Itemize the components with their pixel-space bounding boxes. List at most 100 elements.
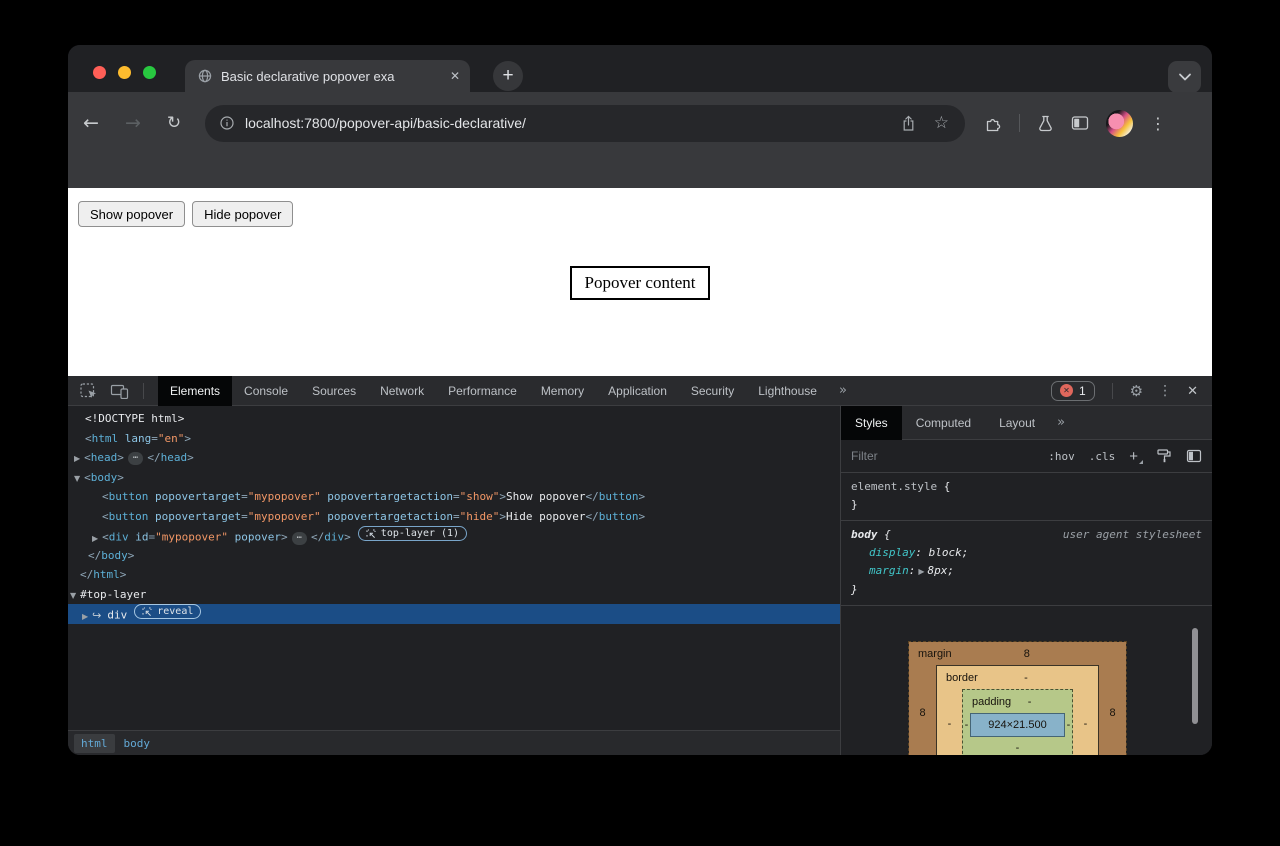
devtools-tab-lighthouse[interactable]: Lighthouse — [746, 376, 829, 406]
dom-tree-row[interactable]: <!DOCTYPE html> — [68, 409, 840, 429]
tab-close-icon[interactable]: ✕ — [450, 69, 460, 83]
box-model-margin-left[interactable]: 8 — [909, 707, 936, 719]
element-style-section[interactable]: element.style { } — [841, 473, 1212, 521]
back-button[interactable]: ← — [79, 112, 103, 134]
devtools-tab-performance[interactable]: Performance — [436, 376, 529, 406]
box-model-diagram[interactable]: margin 8 8 border - — [909, 642, 1212, 755]
more-tabs-icon[interactable]: » — [829, 383, 857, 398]
extensions-puzzle-icon[interactable] — [985, 115, 1002, 132]
css-property[interactable]: margin:▶8px; — [851, 562, 1202, 581]
dom-tree-row[interactable]: ▶↪divreveal — [68, 604, 840, 624]
sidebar-scrollbar[interactable] — [1192, 628, 1198, 724]
devtools-tab-security[interactable]: Security — [679, 376, 746, 406]
collapsed-arrow-icon[interactable]: ▶ — [92, 534, 98, 543]
code-token: html — [92, 432, 119, 445]
box-model-border-left[interactable]: - — [937, 718, 962, 730]
dom-tree-row[interactable]: ▼<body> — [68, 468, 840, 488]
inspect-element-icon[interactable] — [80, 383, 98, 399]
show-popover-button[interactable]: Show popover — [78, 201, 185, 227]
dom-tree-row[interactable]: </html> — [68, 565, 840, 585]
expand-property-arrow-icon[interactable]: ▶ — [915, 567, 927, 576]
box-model-padding-bottom[interactable]: - — [963, 737, 1072, 755]
error-count-badge[interactable]: ✕ 1 — [1051, 381, 1095, 401]
hide-popover-button[interactable]: Hide popover — [192, 201, 293, 227]
adorner-badge[interactable]: top-layer (1) — [358, 526, 467, 541]
sidebar-more-tabs-icon[interactable]: » — [1049, 415, 1073, 430]
sidebar-tabbar: StylesComputedLayout» — [841, 406, 1212, 440]
bookmark-star-icon[interactable]: ☆ — [934, 113, 949, 133]
box-model-margin-right[interactable]: 8 — [1099, 707, 1126, 719]
experiments-flask-icon[interactable] — [1037, 115, 1054, 132]
code-token: </ — [80, 568, 93, 581]
adorner-badge-icon — [366, 529, 376, 539]
code-token: </ — [311, 531, 324, 544]
devtools-tabbar-tabs: ElementsConsoleSourcesNetworkPerformance… — [158, 376, 829, 406]
dom-breadcrumb-bar: htmlbody — [68, 730, 840, 755]
devtools-menu-kebab-icon[interactable]: ⋮ — [1158, 383, 1172, 399]
rule-origin: user agent stylesheet — [1063, 526, 1202, 544]
tab-search-chevron-button[interactable] — [1168, 61, 1201, 93]
dom-tree-row[interactable]: ▶<div id="mypopover" popover>⋯</div>top-… — [68, 526, 840, 546]
collapsed-arrow-icon[interactable]: ▶ — [82, 612, 88, 621]
maximize-window-button[interactable] — [143, 66, 156, 79]
minimize-window-button[interactable] — [118, 66, 131, 79]
side-panel-icon[interactable] — [1071, 115, 1089, 131]
close-window-button[interactable] — [93, 66, 106, 79]
devtools-tab-elements[interactable]: Elements — [158, 376, 232, 406]
devtools-tab-sources[interactable]: Sources — [300, 376, 368, 406]
dom-tree-row[interactable]: </body> — [68, 546, 840, 566]
collapsed-content-ellipsis[interactable]: ⋯ — [128, 452, 143, 465]
browser-tab[interactable]: Basic declarative popover exa ✕ — [185, 60, 470, 92]
share-icon[interactable] — [901, 115, 916, 132]
box-model-padding-right[interactable]: - — [1065, 719, 1072, 731]
user-agent-rule-section[interactable]: body { user agent stylesheet display: bl… — [841, 521, 1212, 606]
expanded-arrow-icon[interactable]: ▼ — [74, 474, 80, 483]
reload-button[interactable]: ↻ — [162, 113, 186, 133]
devtools-tab-memory[interactable]: Memory — [529, 376, 596, 406]
collapsed-content-ellipsis[interactable]: ⋯ — [292, 532, 307, 545]
devtools-tab-application[interactable]: Application — [596, 376, 679, 406]
dom-tree-row[interactable]: <html lang="en"> — [68, 429, 840, 449]
site-info-icon[interactable] — [219, 115, 235, 131]
dom-tree-row[interactable]: <button popovertarget="mypopover" popove… — [68, 487, 840, 507]
breadcrumb-html[interactable]: html — [74, 734, 115, 753]
sidebar-tab-layout[interactable]: Layout — [985, 406, 1049, 440]
address-bar[interactable]: localhost:7800/popover-api/basic-declara… — [205, 105, 965, 142]
computed-panel-toggle-icon[interactable] — [1186, 449, 1202, 463]
box-model-border-top[interactable]: - — [966, 672, 1086, 684]
dom-tree-row[interactable]: ▶<head>⋯</head> — [68, 448, 840, 468]
popover-content-box: Popover content — [570, 266, 710, 300]
styles-filter-input[interactable]: Filter — [851, 449, 1048, 463]
code-token: "mypopover" — [248, 510, 321, 523]
devtools-tab-console[interactable]: Console — [232, 376, 300, 406]
browser-menu-kebab-icon[interactable]: ⋮ — [1150, 114, 1166, 133]
code-token: #top-layer — [80, 588, 146, 601]
expanded-arrow-icon[interactable]: ▼ — [70, 591, 76, 600]
element-classes-toggle[interactable]: .cls — [1089, 450, 1116, 463]
code-token: "hide" — [460, 510, 500, 523]
profile-avatar[interactable] — [1106, 110, 1133, 137]
new-style-rule-button[interactable]: + — [1129, 448, 1142, 465]
new-tab-button[interactable]: + — [493, 61, 523, 91]
collapsed-arrow-icon[interactable]: ▶ — [74, 454, 80, 463]
code-token: = — [453, 510, 460, 523]
sidebar-tab-computed[interactable]: Computed — [902, 406, 985, 440]
css-property[interactable]: display: block; — [851, 544, 1202, 562]
box-model-content-size[interactable]: 924×21.500 — [970, 713, 1065, 737]
css-property-name: margin — [869, 564, 909, 577]
pseudo-state-toggle[interactable]: :hov — [1048, 450, 1075, 463]
settings-gear-icon[interactable]: ⚙ — [1130, 382, 1143, 400]
sidebar-tab-styles[interactable]: Styles — [841, 406, 902, 440]
rendering-emulation-icon[interactable] — [1156, 448, 1172, 464]
adorner-badge[interactable]: reveal — [134, 604, 201, 619]
box-model-padding-top[interactable]: - — [999, 696, 1060, 708]
box-model-padding-left[interactable]: - — [963, 719, 970, 731]
device-toolbar-icon[interactable] — [110, 383, 129, 399]
code-token: </ — [147, 451, 160, 464]
breadcrumb-body[interactable]: body — [117, 734, 158, 753]
box-model-border-right[interactable]: - — [1073, 718, 1098, 730]
devtools-close-icon[interactable]: ✕ — [1187, 383, 1198, 399]
box-model-margin-top[interactable]: 8 — [940, 648, 1114, 660]
devtools-tab-network[interactable]: Network — [368, 376, 436, 406]
url-text[interactable]: localhost:7800/popover-api/basic-declara… — [245, 115, 891, 131]
